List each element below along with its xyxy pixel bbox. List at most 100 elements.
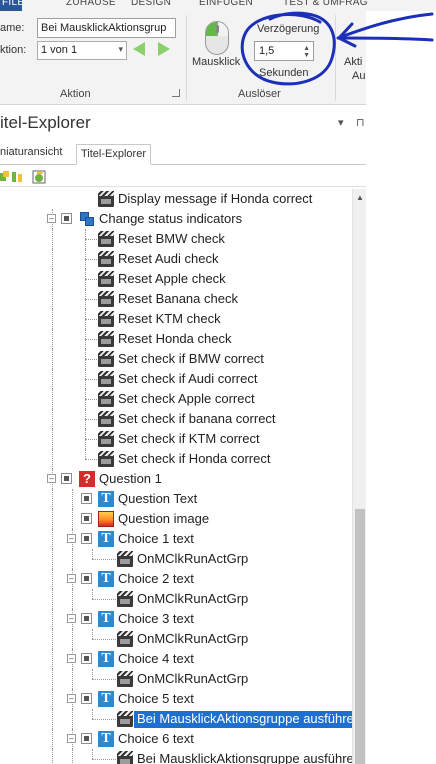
tree-guide-line bbox=[72, 669, 73, 689]
tree-guide-line bbox=[85, 279, 97, 280]
visibility-checkbox[interactable] bbox=[81, 533, 92, 544]
collapse-toggle-icon[interactable]: – bbox=[67, 734, 76, 743]
visibility-checkbox[interactable] bbox=[81, 653, 92, 664]
tree-row[interactable]: Set check Apple correct bbox=[0, 389, 352, 409]
visibility-checkbox[interactable] bbox=[61, 213, 72, 224]
collapse-toggle-icon[interactable]: – bbox=[47, 474, 56, 483]
tree-row[interactable]: – T Choice 3 text bbox=[0, 609, 352, 629]
tree-item-label: Reset Apple check bbox=[118, 271, 226, 286]
next-action-arrow-icon[interactable] bbox=[158, 42, 170, 56]
action-clapper-icon bbox=[117, 711, 133, 727]
previous-action-arrow-icon[interactable] bbox=[133, 42, 145, 56]
tree-guide-line bbox=[85, 239, 97, 240]
filter-icon[interactable] bbox=[32, 170, 46, 184]
tree-item-label: Reset BMW check bbox=[118, 231, 225, 246]
action-button-label-cut[interactable]: Akti bbox=[344, 56, 362, 68]
pin-icon[interactable]: ⊓ bbox=[356, 116, 365, 129]
action-select[interactable]: 1 von 1 ▾ bbox=[37, 41, 127, 60]
tree-row[interactable]: –? Question 1 bbox=[0, 469, 352, 489]
tree-row[interactable]: Reset Apple check bbox=[0, 269, 352, 289]
tab-file[interactable]: FILE bbox=[0, 0, 24, 11]
action-clapper-icon bbox=[98, 411, 114, 427]
tree-row[interactable]: Reset BMW check bbox=[0, 229, 352, 249]
visibility-checkbox[interactable] bbox=[81, 513, 92, 524]
tree-row[interactable]: Reset KTM check bbox=[0, 309, 352, 329]
tree-row[interactable]: OnMClkRunActGrp bbox=[0, 669, 352, 689]
scrollbar-thumb[interactable] bbox=[355, 509, 365, 764]
tree-row[interactable]: Set check if BMW correct bbox=[0, 349, 352, 369]
collapse-toggle-icon[interactable]: – bbox=[67, 694, 76, 703]
tab-slide-explorer[interactable]: Titel-Explorer bbox=[76, 144, 151, 165]
tree-scrollbar[interactable]: ▲ bbox=[352, 189, 366, 764]
tree-item-label: Set check if Honda correct bbox=[118, 451, 271, 466]
tree-row[interactable]: Bei MausklickAktionsgruppe ausführen bbox=[0, 749, 352, 764]
action-clapper-icon bbox=[98, 251, 114, 267]
tree-row[interactable]: Question image bbox=[0, 509, 352, 529]
tab-home[interactable]: ZUHAUSE bbox=[66, 0, 116, 8]
mouse-click-trigger-icon[interactable] bbox=[205, 21, 229, 55]
tree-item-label: OnMClkRunActGrp bbox=[137, 591, 249, 606]
panel-menu-icon[interactable]: ▾ bbox=[338, 116, 344, 129]
tree-row[interactable]: Set check if banana correct bbox=[0, 409, 352, 429]
tree-guide-line bbox=[92, 669, 93, 679]
tree-row[interactable]: T Question Text bbox=[0, 489, 352, 509]
action-clapper-icon bbox=[98, 351, 114, 367]
visibility-checkbox[interactable] bbox=[81, 733, 92, 744]
spin-down-icon[interactable]: ▼ bbox=[303, 52, 310, 59]
action-clapper-icon bbox=[98, 331, 114, 347]
name-input[interactable]: Bei MausklickAktionsgrup bbox=[37, 18, 176, 38]
tree-item-label: Set check if banana correct bbox=[118, 411, 276, 426]
dialog-launcher-icon[interactable] bbox=[172, 89, 180, 97]
visibility-checkbox[interactable] bbox=[61, 473, 72, 484]
collapse-icon[interactable] bbox=[10, 170, 24, 184]
collapse-toggle-icon[interactable]: – bbox=[47, 214, 56, 223]
visibility-checkbox[interactable] bbox=[81, 613, 92, 624]
text-caption-icon: T bbox=[98, 611, 114, 627]
collapse-toggle-icon[interactable]: – bbox=[67, 654, 76, 663]
tree-row[interactable]: – Change status indicators bbox=[0, 209, 352, 229]
tree-row[interactable]: – T Choice 5 text bbox=[0, 689, 352, 709]
tree-row[interactable]: OnMClkRunActGrp bbox=[0, 629, 352, 649]
delay-spinner[interactable]: 1,5 ▲ ▼ bbox=[254, 41, 314, 61]
tree-item-label: Bei MausklickAktionsgruppe ausführen bbox=[137, 751, 352, 764]
collapse-toggle-icon[interactable]: – bbox=[67, 574, 76, 583]
tab-test-survey[interactable]: TEST & UMFRAG bbox=[283, 0, 368, 8]
tree-row[interactable]: OnMClkRunActGrp bbox=[0, 549, 352, 569]
tree-guide-line bbox=[72, 489, 73, 509]
tree-item-label: OnMClkRunActGrp bbox=[137, 631, 249, 646]
tree-row[interactable]: Set check if KTM correct bbox=[0, 429, 352, 449]
group-separator bbox=[186, 15, 187, 101]
visibility-checkbox[interactable] bbox=[81, 573, 92, 584]
tree-row[interactable]: – T Choice 1 text bbox=[0, 529, 352, 549]
tree-guide-line bbox=[92, 749, 93, 759]
visibility-checkbox[interactable] bbox=[81, 693, 92, 704]
spin-up-icon[interactable]: ▲ bbox=[303, 45, 310, 52]
tree-row[interactable]: – T Choice 6 text bbox=[0, 729, 352, 749]
tree-row[interactable]: Reset Banana check bbox=[0, 289, 352, 309]
tab-design[interactable]: DESIGN bbox=[131, 0, 171, 8]
tree-guide-line bbox=[52, 429, 53, 449]
tree-row[interactable]: Set check if Honda correct bbox=[0, 449, 352, 469]
collapse-toggle-icon[interactable]: – bbox=[67, 614, 76, 623]
tree-item-label: Reset Honda check bbox=[118, 331, 232, 346]
tree-guide-line bbox=[52, 289, 53, 309]
tab-thumbnails[interactable]: niaturansicht bbox=[0, 146, 62, 158]
tree-row[interactable]: Reset Honda check bbox=[0, 329, 352, 349]
tree-guide-line bbox=[85, 299, 97, 300]
tree-row[interactable]: Display message if Honda correct bbox=[0, 189, 352, 209]
tree-row[interactable]: Reset Audi check bbox=[0, 249, 352, 269]
scroll-up-icon[interactable]: ▲ bbox=[356, 193, 364, 202]
tab-insert[interactable]: EINFÜGEN bbox=[199, 0, 253, 8]
tree-guide-line bbox=[52, 269, 53, 289]
tree-guide-line bbox=[85, 459, 97, 460]
tree-row[interactable]: Set check if Audi correct bbox=[0, 369, 352, 389]
tree-guide-line bbox=[52, 649, 53, 669]
tree-guide-line bbox=[52, 329, 53, 349]
visibility-checkbox[interactable] bbox=[81, 493, 92, 504]
tree-row[interactable]: OnMClkRunActGrp bbox=[0, 589, 352, 609]
tree-row[interactable]: – T Choice 2 text bbox=[0, 569, 352, 589]
tree-row[interactable]: – T Choice 4 text bbox=[0, 649, 352, 669]
tree-guide-line bbox=[72, 509, 73, 529]
tree-row[interactable]: Bei MausklickAktionsgruppe ausführen bbox=[0, 709, 352, 729]
collapse-toggle-icon[interactable]: – bbox=[67, 534, 76, 543]
